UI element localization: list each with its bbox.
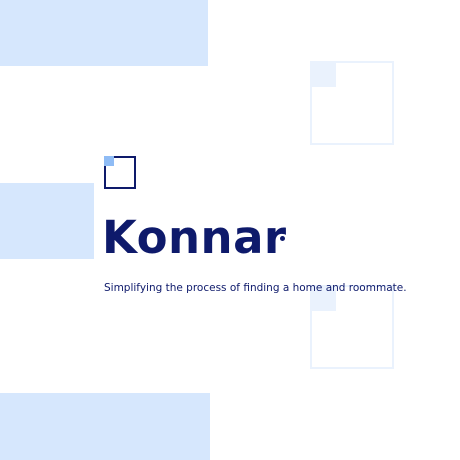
decorative-block-bottom <box>0 393 210 460</box>
wordmark-dot <box>280 236 285 241</box>
decorative-block-middle <box>0 183 94 259</box>
decorative-square-top <box>310 61 394 145</box>
brand-tagline: Simplifying the process of finding a hom… <box>104 282 407 294</box>
logo-mark-accent <box>104 156 114 166</box>
decorative-block-top <box>0 0 208 66</box>
decorative-square-corner <box>310 61 336 87</box>
brand-wordmark: Konnar <box>102 211 287 264</box>
decorative-square-bottom <box>310 285 394 369</box>
logo-mark-icon <box>104 156 136 189</box>
